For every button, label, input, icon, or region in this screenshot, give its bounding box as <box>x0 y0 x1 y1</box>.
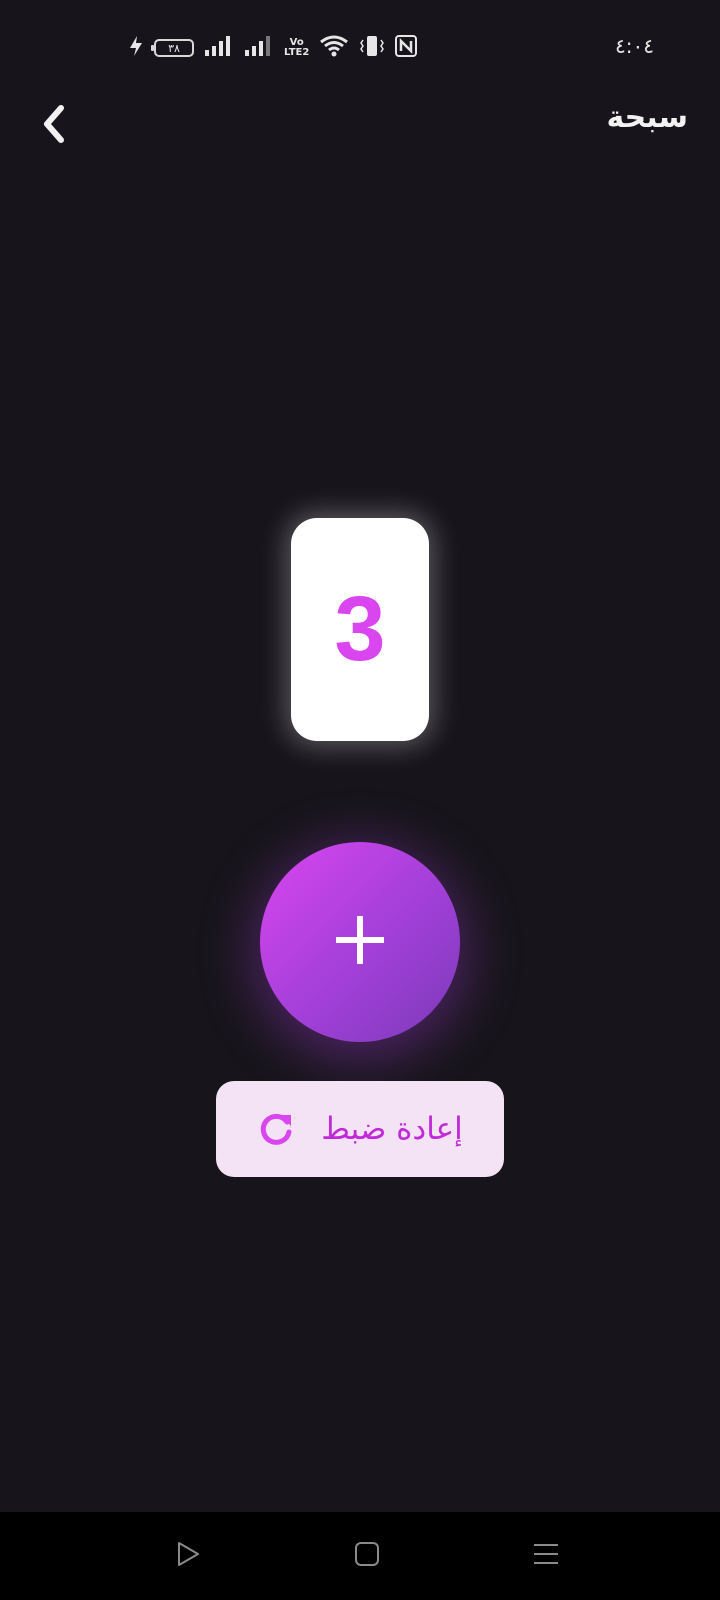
wifi-icon <box>319 34 349 62</box>
refresh-icon <box>257 1110 295 1148</box>
page-title: سبحة <box>606 100 688 135</box>
system-nav-bar <box>0 1512 720 1600</box>
nav-back-button[interactable] <box>164 1532 212 1580</box>
square-home-icon <box>353 1540 381 1572</box>
nav-recents-button[interactable] <box>522 1532 570 1580</box>
triangle-back-icon <box>174 1540 202 1572</box>
reset-button[interactable]: إعادة ضبط <box>216 1081 504 1177</box>
status-bar: ٣٨ Vo LTE2 ٤:٠٤ <box>0 30 720 66</box>
battery-level: ٣٨ <box>168 41 180 55</box>
counter-value: 3 <box>334 578 386 680</box>
signal-strength-icon <box>204 35 234 61</box>
signal-strength-icon-2 <box>244 35 274 61</box>
battery-indicator: ٣٨ <box>151 39 194 57</box>
status-icons: ٣٨ Vo LTE2 <box>128 34 427 62</box>
back-button[interactable] <box>30 102 78 150</box>
menu-recents-icon <box>532 1540 560 1572</box>
reset-label: إعادة ضبط <box>321 1111 463 1147</box>
charging-icon <box>128 35 144 61</box>
status-time: ٤:٠٤ <box>615 34 654 58</box>
nav-home-button[interactable] <box>343 1532 391 1580</box>
nfc-icon <box>395 35 418 61</box>
increment-button[interactable] <box>260 842 460 1042</box>
plus-icon <box>334 914 386 970</box>
tasbih-screen: ٣٨ Vo LTE2 ٤:٠٤ سبحة 3 إعادة ضبط <box>0 0 720 1600</box>
chevron-left-icon <box>39 104 69 148</box>
volte-icon: Vo LTE2 <box>284 37 310 58</box>
counter-display: 3 <box>291 518 429 741</box>
vibrate-icon <box>359 34 385 62</box>
